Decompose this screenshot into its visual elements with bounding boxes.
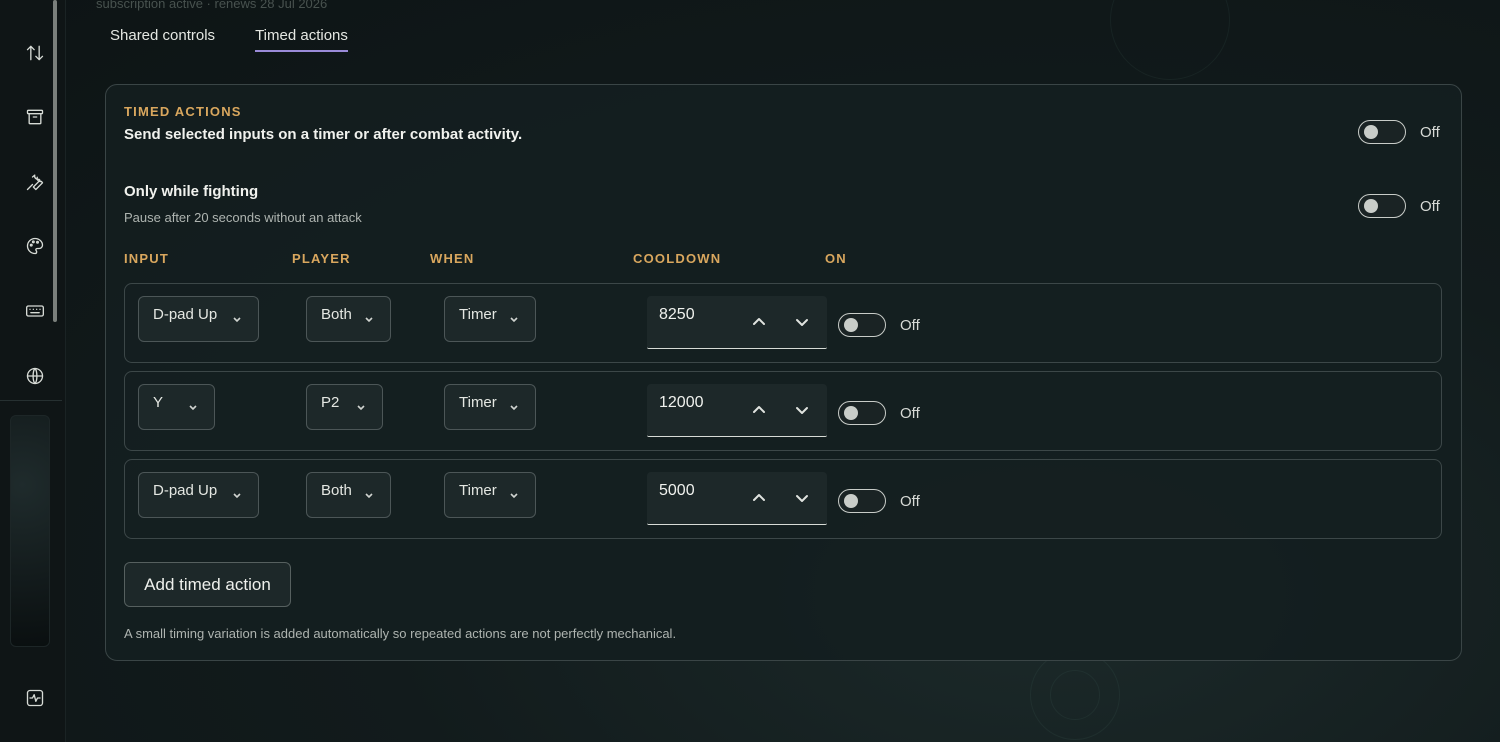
input-select[interactable]: D-pad Up — [138, 472, 259, 518]
add-timed-action-button[interactable]: Add timed action — [124, 562, 291, 607]
master-toggle-group: Off — [1358, 120, 1440, 144]
sidebar-preview-image[interactable] — [10, 415, 50, 647]
row-on-toggle[interactable] — [838, 489, 886, 513]
row-toggle-group: Off — [838, 401, 920, 425]
master-toggle-label: Off — [1420, 123, 1440, 141]
chevron-down-icon — [509, 399, 519, 411]
player-select-value: Both — [321, 306, 352, 323]
master-toggle[interactable] — [1358, 120, 1406, 144]
chevron-down-icon — [509, 487, 519, 499]
input-select-value: D-pad Up — [153, 482, 218, 499]
chevron-down-icon[interactable] — [792, 400, 812, 420]
chevron-down-icon — [364, 311, 374, 323]
player-select[interactable]: Both — [306, 296, 391, 342]
sidebar-scrollbar[interactable] — [53, 0, 57, 322]
fighting-toggle-label: Off — [1420, 197, 1440, 215]
chevron-down-icon — [364, 487, 374, 499]
chevron-down-icon — [232, 311, 242, 323]
input-select[interactable]: D-pad Up — [138, 296, 259, 342]
when-select[interactable]: Timer — [444, 384, 536, 430]
tab-shared-controls[interactable]: Shared controls — [110, 27, 215, 52]
column-header-on: ON — [825, 251, 847, 266]
row-toggle-group: Off — [838, 313, 920, 337]
column-header-cooldown: COOLDOWN — [633, 251, 722, 266]
input-select-value: D-pad Up — [153, 306, 218, 323]
when-select[interactable]: Timer — [444, 296, 536, 342]
fighting-toggle-group: Off — [1358, 194, 1440, 218]
section-title: Send selected inputs on a timer or after… — [124, 126, 523, 143]
toggle-knob — [844, 318, 858, 332]
background-ornament — [1050, 670, 1100, 720]
keyboard-icon[interactable] — [22, 298, 48, 324]
toggle-knob — [844, 406, 858, 420]
column-header-player: PLAYER — [292, 251, 351, 266]
when-select-value: Timer — [459, 394, 497, 411]
archive-icon[interactable] — [22, 104, 48, 130]
activity-icon[interactable] — [22, 685, 48, 711]
chevron-up-icon[interactable] — [749, 400, 769, 420]
chevron-down-icon — [232, 487, 242, 499]
player-select-value: Both — [321, 482, 352, 499]
timed-action-row: D-pad Up Both Timer Off — [124, 459, 1442, 539]
section-kicker: TIMED ACTIONS — [124, 104, 242, 119]
timed-action-row: Y P2 Timer Off — [124, 371, 1442, 451]
swap-vertical-icon[interactable] — [22, 40, 48, 66]
column-header-input: INPUT — [124, 251, 169, 266]
chevron-up-icon[interactable] — [749, 312, 769, 332]
toggle-knob — [844, 494, 858, 508]
cooldown-stepper — [647, 472, 827, 525]
toggle-knob — [1364, 125, 1378, 139]
when-select-value: Timer — [459, 306, 497, 323]
column-header-when: WHEN — [430, 251, 475, 266]
when-select-value: Timer — [459, 482, 497, 499]
timing-variation-note: A small timing variation is added automa… — [124, 626, 677, 641]
row-on-toggle[interactable] — [838, 401, 886, 425]
sidebar — [0, 0, 66, 742]
subscription-status: subscription active · renews 28 Jul 2026 — [96, 0, 328, 11]
sidebar-divider — [0, 400, 62, 401]
player-select[interactable]: P2 — [306, 384, 383, 430]
palette-icon[interactable] — [22, 233, 48, 259]
player-select-value: P2 — [321, 394, 340, 411]
chevron-down-icon[interactable] — [792, 488, 812, 508]
chevron-up-icon[interactable] — [749, 488, 769, 508]
only-while-fighting-title: Only while fighting — [124, 183, 259, 200]
timed-actions-panel: TIMED ACTIONS Send selected inputs on a … — [105, 84, 1462, 661]
row-on-label: Off — [900, 492, 920, 510]
only-while-fighting-subtitle: Pause after 20 seconds without an attack — [124, 210, 362, 225]
cooldown-input[interactable] — [659, 306, 739, 324]
chevron-down-icon — [356, 399, 366, 411]
row-on-label: Off — [900, 404, 920, 422]
wrench-icon[interactable] — [22, 169, 48, 195]
fighting-toggle[interactable] — [1358, 194, 1406, 218]
cooldown-input[interactable] — [659, 394, 739, 412]
input-select-value: Y — [153, 394, 164, 411]
row-toggle-group: Off — [838, 489, 920, 513]
player-select[interactable]: Both — [306, 472, 391, 518]
chevron-down-icon[interactable] — [792, 312, 812, 332]
row-on-toggle[interactable] — [838, 313, 886, 337]
tab-timed-actions[interactable]: Timed actions — [255, 27, 348, 52]
timed-action-row: D-pad Up Both Timer Off — [124, 283, 1442, 363]
cooldown-input[interactable] — [659, 482, 739, 500]
row-on-label: Off — [900, 316, 920, 334]
chevron-down-icon — [188, 399, 198, 411]
input-select[interactable]: Y — [138, 384, 215, 430]
cooldown-stepper — [647, 296, 827, 349]
toggle-knob — [1364, 199, 1378, 213]
when-select[interactable]: Timer — [444, 472, 536, 518]
cooldown-stepper — [647, 384, 827, 437]
globe-icon[interactable] — [22, 363, 48, 389]
chevron-down-icon — [509, 311, 519, 323]
background-ornament — [1110, 0, 1230, 80]
tab-bar: Shared controls Timed actions — [110, 27, 348, 52]
